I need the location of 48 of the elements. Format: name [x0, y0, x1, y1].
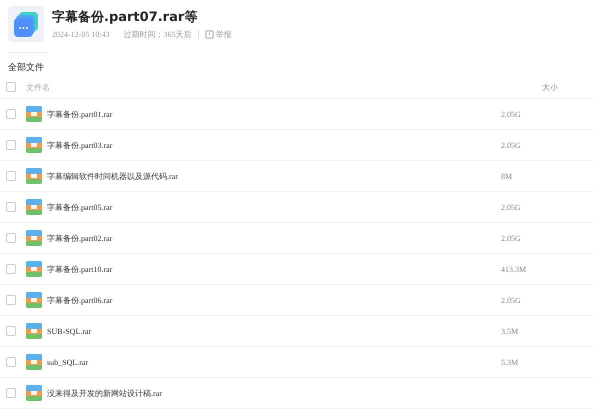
file-size: 413.3M — [501, 264, 526, 274]
select-all-checkbox[interactable] — [6, 82, 16, 92]
column-header: 文件名 — [26, 82, 51, 92]
row-checkbox[interactable] — [6, 357, 16, 367]
archive-file-icon — [26, 168, 42, 184]
row-checkbox[interactable] — [6, 326, 16, 336]
file-size: 3.5M — [501, 326, 518, 336]
file-name[interactable]: 字幕备份.part05.rar — [47, 202, 446, 212]
archive-file-icon — [26, 354, 42, 370]
archive-file-icon — [26, 261, 42, 277]
file-size: 5.3M — [501, 358, 518, 366]
file-name[interactable]: 没来得及开发的新网站设计稿.rar — [47, 388, 446, 398]
row-checkbox[interactable] — [6, 109, 16, 119]
file-name[interactable]: 字幕备份.part02.rar — [47, 232, 446, 244]
row-checkbox[interactable] — [6, 264, 16, 274]
file-name[interactable]: 字幕备份.part06.rar — [47, 294, 446, 306]
file-name[interactable]: 字幕编辑软件时间机器以及源代码.rar — [47, 170, 446, 182]
archive-file-icon — [26, 323, 42, 339]
row-checkbox[interactable] — [6, 140, 16, 150]
file-size: 2.05G — [501, 110, 521, 118]
archive-file-icon — [26, 137, 42, 153]
row-checkbox[interactable] — [6, 171, 16, 181]
archive-file-icon — [26, 230, 42, 246]
file-name[interactable]: SUB-SQL.rar — [47, 326, 446, 336]
file-size: 2.05G — [501, 140, 521, 150]
archive-file-icon — [26, 199, 42, 215]
file-size: 2.05G — [501, 234, 521, 242]
breadcrumb[interactable]: 全部文件 — [8, 52, 48, 74]
file-size: 2.05G — [501, 202, 521, 212]
row-checkbox[interactable] — [6, 202, 16, 212]
file-name[interactable]: 字幕备份.part01.rar — [47, 108, 446, 120]
row-checkbox[interactable] — [6, 233, 16, 243]
archive-file-icon — [26, 106, 42, 122]
file-name[interactable]: 字幕备份.part03.rar — [47, 140, 446, 150]
row-checkbox[interactable] — [6, 388, 16, 398]
file-size: 2.05G — [501, 296, 521, 304]
share-date: 2024-12-05 10:43 — [52, 30, 110, 39]
report-icon — [204, 30, 214, 39]
file-name[interactable]: sub_SQL.rar — [47, 358, 446, 366]
file-name[interactable]: 字幕备份.part10.rar — [47, 264, 446, 274]
column-header: 大小 — [542, 82, 558, 92]
file-size: 8M — [501, 172, 512, 180]
row-checkbox[interactable] — [6, 295, 16, 305]
archive-file-icon — [26, 292, 42, 308]
expiry-text: 过期时间：365天后 — [124, 29, 192, 40]
archive-file-icon — [26, 385, 42, 401]
share-folder-icon — [8, 6, 44, 42]
share-title: 字幕备份.part07.rar等 — [52, 8, 198, 26]
